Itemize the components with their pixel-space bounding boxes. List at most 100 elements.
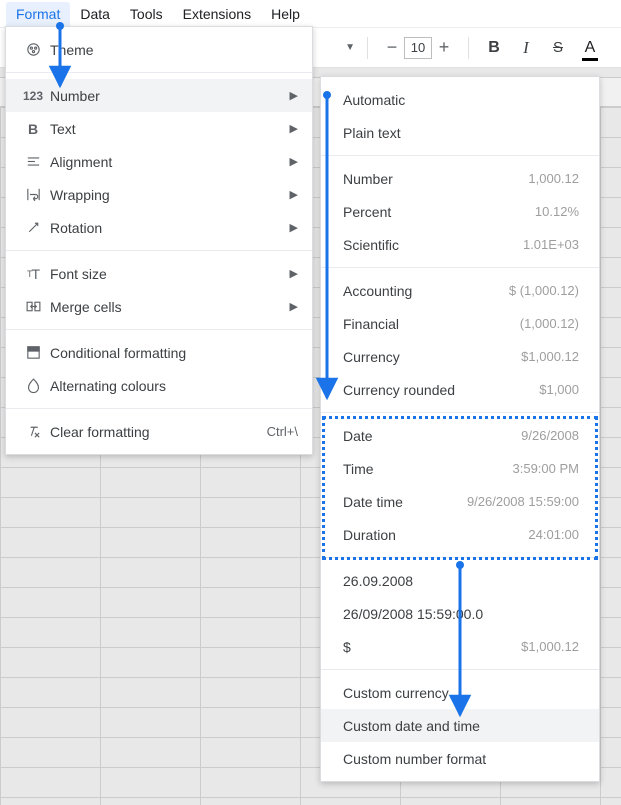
number-item-preset-datetime[interactable]: 26/09/2008 15:59:00.0 <box>321 597 599 630</box>
menu-item-theme[interactable]: Theme <box>6 33 312 66</box>
menu-label: Percent <box>343 204 391 220</box>
chevron-right-icon: ▶ <box>290 300 298 313</box>
number-item-duration[interactable]: Duration 24:01:00 <box>321 518 599 551</box>
bold-button[interactable]: B <box>481 35 507 61</box>
font-size-input[interactable]: 10 <box>404 37 432 59</box>
menu-format[interactable]: Format <box>6 2 70 26</box>
example-text: (1,000.12) <box>520 316 579 331</box>
example-text: 10.12% <box>535 204 579 219</box>
menu-item-alternating-colours[interactable]: Alternating colours <box>6 369 312 402</box>
menu-label: Currency <box>343 349 400 365</box>
clear-formatting-icon <box>20 423 46 440</box>
number-submenu: Automatic Plain text Number 1,000.12 Per… <box>320 76 600 782</box>
menu-label: 26/09/2008 15:59:00.0 <box>343 606 483 622</box>
number-item-scientific[interactable]: Scientific 1.01E+03 <box>321 228 599 261</box>
menu-item-conditional-formatting[interactable]: Conditional formatting <box>6 336 312 369</box>
alternating-colours-icon <box>20 377 46 394</box>
number-item-currency-rounded[interactable]: Currency rounded $1,000 <box>321 373 599 406</box>
menu-label: Font size <box>46 266 290 282</box>
number-item-plain-text[interactable]: Plain text <box>321 116 599 149</box>
menu-label: Plain text <box>343 125 401 141</box>
menu-label: Duration <box>343 527 396 543</box>
italic-button[interactable]: I <box>513 35 539 61</box>
example-text: 9/26/2008 <box>521 428 579 443</box>
example-text: $1,000.12 <box>521 349 579 364</box>
menu-label: Wrapping <box>46 187 290 203</box>
format-menu: Theme 123 Number ▶ B Text ▶ Alignment ▶ … <box>5 26 313 455</box>
number-item-date[interactable]: Date 9/26/2008 <box>321 419 599 452</box>
example-text: $1,000 <box>539 382 579 397</box>
example-text: $1,000.12 <box>521 639 579 654</box>
font-size-control: − 10 + <box>380 36 456 60</box>
menu-item-rotation[interactable]: Rotation ▶ <box>6 211 312 244</box>
menu-label: Date <box>343 428 373 444</box>
number-item-date-time[interactable]: Date time 9/26/2008 15:59:00 <box>321 485 599 518</box>
menu-label: Clear formatting <box>46 424 267 440</box>
menu-item-wrapping[interactable]: Wrapping ▶ <box>6 178 312 211</box>
font-size-increase-button[interactable]: + <box>432 36 456 60</box>
menu-label: Time <box>343 461 374 477</box>
menu-label: 26.09.2008 <box>343 573 413 589</box>
number-icon: 123 <box>20 89 46 103</box>
toolbar-divider <box>468 37 469 59</box>
menu-separator <box>6 72 312 73</box>
menu-label: Custom number format <box>343 751 486 767</box>
number-item-percent[interactable]: Percent 10.12% <box>321 195 599 228</box>
menu-separator <box>321 267 599 268</box>
conditional-formatting-icon <box>20 344 46 361</box>
menu-help[interactable]: Help <box>261 2 310 26</box>
menu-label: Financial <box>343 316 399 332</box>
number-item-custom-number-format[interactable]: Custom number format <box>321 742 599 775</box>
number-item-preset-dollar[interactable]: $ $1,000.12 <box>321 630 599 663</box>
example-text: 1.01E+03 <box>523 237 579 252</box>
menu-label: Date time <box>343 494 403 510</box>
menu-label: Alternating colours <box>46 378 298 394</box>
menu-label: Currency rounded <box>343 382 455 398</box>
merge-cells-icon <box>20 298 46 315</box>
menu-label: Number <box>343 171 393 187</box>
menubar: Format Data Tools Extensions Help <box>0 0 621 28</box>
number-item-currency[interactable]: Currency $1,000.12 <box>321 340 599 373</box>
number-item-time[interactable]: Time 3:59:00 PM <box>321 452 599 485</box>
font-size-icon: TT <box>20 266 46 282</box>
example-text: 3:59:00 PM <box>513 461 580 476</box>
menu-item-number[interactable]: 123 Number ▶ <box>6 79 312 112</box>
example-text: 24:01:00 <box>528 527 579 542</box>
number-item-accounting[interactable]: Accounting $ (1,000.12) <box>321 274 599 307</box>
menu-separator <box>6 250 312 251</box>
alignment-icon <box>20 153 46 170</box>
number-item-financial[interactable]: Financial (1,000.12) <box>321 307 599 340</box>
menu-label: Rotation <box>46 220 290 236</box>
menu-separator <box>321 155 599 156</box>
shortcut-label: Ctrl+\ <box>267 424 298 439</box>
menu-tools[interactable]: Tools <box>120 2 173 26</box>
font-size-decrease-button[interactable]: − <box>380 36 404 60</box>
menu-label: Automatic <box>343 92 405 108</box>
menu-extensions[interactable]: Extensions <box>173 2 261 26</box>
menu-item-font-size[interactable]: TT Font size ▶ <box>6 257 312 290</box>
number-item-number[interactable]: Number 1,000.12 <box>321 162 599 195</box>
strikethrough-button[interactable]: S <box>545 35 571 61</box>
number-item-custom-currency[interactable]: Custom currency <box>321 676 599 709</box>
example-text: 1,000.12 <box>528 171 579 186</box>
chevron-right-icon: ▶ <box>290 155 298 168</box>
menu-item-merge-cells[interactable]: Merge cells ▶ <box>6 290 312 323</box>
more-dropdown-icon[interactable]: ▼ <box>345 42 355 53</box>
menu-item-clear-formatting[interactable]: Clear formatting Ctrl+\ <box>6 415 312 448</box>
menu-label: Custom currency <box>343 685 449 701</box>
menu-item-text[interactable]: B Text ▶ <box>6 112 312 145</box>
wrapping-icon <box>20 186 46 203</box>
menu-label: Number <box>46 88 290 104</box>
number-item-automatic[interactable]: Automatic <box>321 83 599 116</box>
menu-label: Theme <box>46 42 298 58</box>
menu-label: Accounting <box>343 283 412 299</box>
menu-data[interactable]: Data <box>70 2 120 26</box>
menu-separator <box>321 557 599 558</box>
number-item-custom-date-time[interactable]: Custom date and time <box>321 709 599 742</box>
number-item-preset-date-1[interactable]: 26.09.2008 <box>321 564 599 597</box>
text-color-button[interactable]: A <box>577 35 603 61</box>
theme-icon <box>20 41 46 58</box>
menu-separator <box>321 669 599 670</box>
menu-item-alignment[interactable]: Alignment ▶ <box>6 145 312 178</box>
menu-label: Conditional formatting <box>46 345 298 361</box>
